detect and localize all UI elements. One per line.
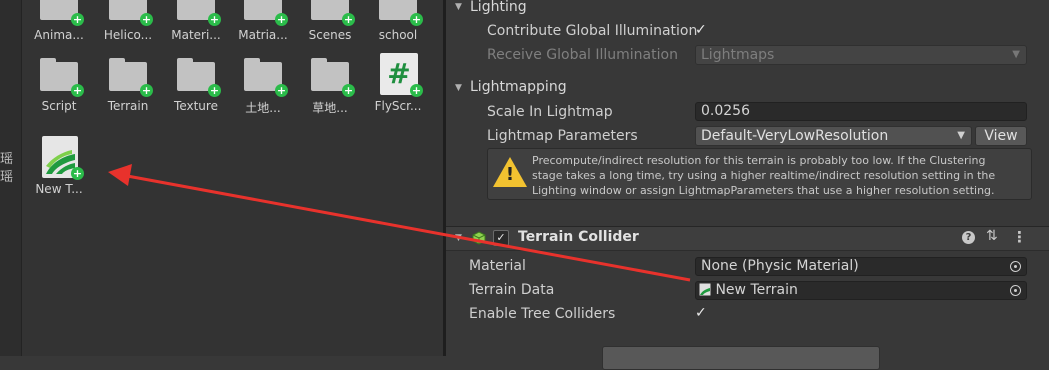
add-component-button[interactable] [602, 346, 880, 370]
enable-tree-colliders-label: Enable Tree Colliders [469, 306, 616, 322]
asset-label: Terrain [107, 99, 149, 113]
object-picker-icon[interactable] [1010, 285, 1021, 296]
scale-in-lightmap-label: Scale In Lightmap [487, 104, 613, 120]
add-badge-icon: + [342, 84, 355, 97]
add-badge-icon: + [342, 13, 355, 26]
asset-label: Materi... [171, 28, 221, 42]
terrain-collider-header[interactable]: ▼ ✓ Terrain Collider ? ⇅ ⋮ [446, 226, 1049, 251]
asset-folder-school[interactable]: + school [364, 0, 432, 42]
asset-folder-matria[interactable]: + Matria... [229, 0, 297, 42]
folder-icon: + [242, 53, 288, 97]
view-button[interactable]: View [975, 126, 1027, 146]
warning-helpbox: ! Precompute/indirect resolution for thi… [487, 148, 1032, 200]
asset-folder-scenes[interactable]: + Scenes [296, 0, 364, 42]
scale-in-lightmap-input[interactable]: 0.0256 [695, 102, 1027, 121]
chevron-down-icon: ▼ [957, 130, 965, 141]
folder-icon: + [38, 0, 84, 26]
folder-icon: + [107, 53, 153, 97]
asset-folder-texture[interactable]: + Texture [162, 53, 230, 113]
folder-icon: + [309, 0, 355, 26]
asset-folder-terrain[interactable]: + Terrain [94, 53, 162, 113]
component-title: Terrain Collider [518, 229, 639, 245]
warning-text: Precompute/indirect resolution for this … [532, 154, 996, 197]
folder-icon: + [175, 0, 221, 26]
csharp-script-icon: # + [377, 53, 423, 97]
presets-icon[interactable]: ⇅ [986, 228, 998, 244]
asset-label: 土地... [245, 101, 281, 115]
folder-icon: + [309, 53, 355, 97]
contribute-gi-label: Contribute Global Illumination [487, 23, 698, 39]
add-badge-icon: + [275, 84, 288, 97]
asset-script-flyscript[interactable]: # + FlyScr... [364, 53, 432, 113]
asset-folder-animations[interactable]: + Anima... [25, 0, 93, 42]
context-menu-icon[interactable]: ⋮ [1012, 228, 1027, 246]
collider-cube-icon [472, 231, 486, 245]
asset-folder-helicopter[interactable]: + Helico... [94, 0, 162, 42]
hierarchy-item-fragment[interactable]: 瑶 [0, 170, 13, 186]
add-badge-icon: + [208, 84, 221, 97]
asset-folder-script[interactable]: + Script [25, 53, 93, 113]
folder-icon: + [107, 0, 153, 26]
material-object-field[interactable]: None (Physic Material) [695, 257, 1027, 276]
add-badge-icon: + [71, 13, 84, 26]
hierarchy-panel-edge: 瑶 瑶 [0, 0, 22, 356]
terrain-data-icon [699, 283, 711, 296]
hierarchy-item-fragment[interactable]: 瑶 [0, 152, 13, 168]
asset-label: 草地... [312, 101, 348, 115]
warning-exclamation: ! [505, 164, 515, 185]
add-badge-icon: + [71, 167, 84, 180]
asset-label: Texture [174, 99, 218, 113]
lightmapping-header[interactable]: Lightmapping [470, 79, 567, 95]
asset-terrain-new-terrain[interactable]: + New T... [25, 136, 93, 196]
add-badge-icon: + [410, 13, 423, 26]
folder-icon: + [38, 53, 84, 97]
object-picker-icon[interactable] [1010, 261, 1021, 272]
asset-label: school [378, 28, 418, 42]
project-assets-panel: + Anima... + Helico... + Materi... + Mat… [22, 0, 443, 356]
terrain-data-icon: + [38, 136, 84, 180]
component-enabled-checkbox[interactable]: ✓ [493, 230, 509, 246]
terrain-data-label: Terrain Data [469, 282, 555, 298]
foldout-arrow-icon[interactable]: ▼ [455, 233, 462, 243]
asset-folder-materials[interactable]: + Materi... [162, 0, 230, 42]
asset-label: Matria... [238, 28, 288, 42]
add-badge-icon: + [208, 13, 221, 26]
asset-label: Anima... [34, 28, 84, 42]
folder-icon: + [242, 0, 288, 26]
asset-label: Script [41, 99, 77, 113]
folder-icon: + [377, 0, 423, 26]
lightmap-parameters-dropdown[interactable]: Default-VeryLowResolution ▼ [695, 126, 972, 146]
contribute-gi-checkbox[interactable]: ✓ [695, 22, 707, 38]
asset-label: New T... [35, 182, 83, 196]
folder-icon: + [175, 53, 221, 97]
lighting-header[interactable]: Lighting [470, 0, 527, 15]
terrain-data-object-field[interactable]: New Terrain [695, 281, 1027, 300]
receive-gi-label: Receive Global Illumination [487, 47, 678, 63]
inspector-panel: ▼ Lighting Contribute Global Illuminatio… [446, 0, 1049, 370]
add-badge-icon: + [140, 84, 153, 97]
asset-folder-grass[interactable]: + 草地... [296, 53, 364, 116]
chevron-down-icon: ▼ [1012, 49, 1020, 60]
add-badge-icon: + [140, 13, 153, 26]
add-badge-icon: + [410, 84, 423, 97]
add-badge-icon: + [275, 13, 288, 26]
receive-gi-dropdown[interactable]: Lightmaps ▼ [695, 45, 1027, 65]
foldout-arrow-icon[interactable]: ▼ [455, 83, 462, 93]
asset-label: FlyScr... [374, 99, 422, 113]
asset-folder-land[interactable]: + 土地... [229, 53, 297, 116]
add-badge-icon: + [71, 84, 84, 97]
material-label: Material [469, 258, 526, 274]
asset-label: Scenes [308, 28, 352, 42]
enable-tree-colliders-checkbox[interactable]: ✓ [695, 305, 707, 321]
help-icon[interactable]: ? [962, 231, 975, 244]
foldout-arrow-icon[interactable]: ▼ [455, 2, 462, 12]
lightmap-parameters-label: Lightmap Parameters [487, 128, 638, 144]
asset-label: Helico... [103, 28, 153, 42]
